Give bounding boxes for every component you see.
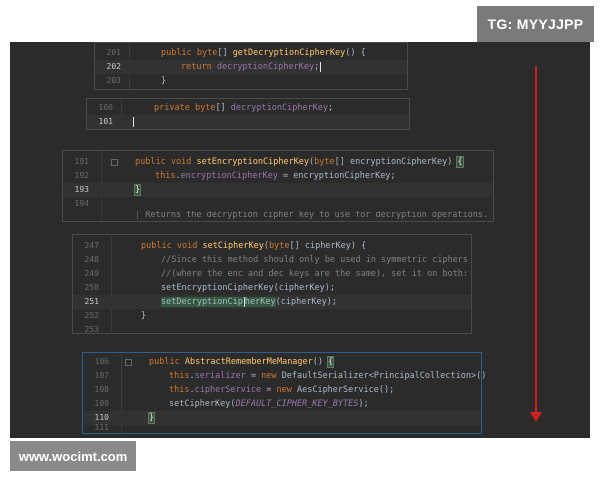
text-caret	[243, 296, 245, 307]
arrow-head-icon	[530, 412, 542, 422]
line-number: 100	[98, 103, 113, 112]
code-editor-screenshot: 201 public byte[] getDecryptionCipherKey…	[10, 42, 590, 438]
code-line: 111	[83, 423, 481, 433]
code-text: setEncryptionCipherKey(cipherKey);	[161, 283, 335, 293]
line-number: 194	[74, 199, 89, 208]
code-comment: //(where the enc and dec keys are the sa…	[161, 269, 469, 279]
code-line-current: 193 }	[63, 183, 493, 197]
code-text: }	[161, 76, 167, 86]
code-text: public void setCipherKey(byte[] cipherKe…	[141, 241, 367, 251]
code-line: 252 }	[73, 309, 471, 323]
code-line: 106 public AbstractRememberMeManager() {	[83, 355, 481, 369]
watermark-label: www.wocimt.com	[10, 441, 136, 471]
code-text: return decryptionCipherKey;	[181, 61, 322, 72]
code-text: }	[141, 311, 147, 321]
snippet-set-cipher-key: 247 public void setCipherKey(byte[] ciph…	[72, 234, 472, 334]
code-line: 109 setCipherKey(DEFAULT_CIPHER_KEY_BYTE…	[83, 397, 481, 411]
line-number: 253	[84, 325, 99, 333]
text-caret	[320, 61, 322, 72]
code-line: 249 //(where the enc and dec keys are th…	[73, 267, 471, 281]
code-text: public void setEncryptionCipherKey(byte[…	[135, 156, 464, 168]
code-line: 247 public void setCipherKey(byte[] ciph…	[73, 239, 471, 253]
code-text: private byte[] decryptionCipherKey;	[154, 103, 334, 113]
line-number: 191	[74, 157, 89, 166]
line-number: 202	[106, 62, 121, 71]
code-line: 100 private byte[] decryptionCipherKey;	[87, 101, 409, 115]
doc-comment-text: | Returns the decryption cipher key to u…	[135, 211, 489, 220]
line-number: 247	[84, 241, 99, 250]
line-number: 193	[74, 185, 89, 194]
code-line-current: 101	[87, 115, 409, 129]
line-number: 108	[94, 385, 109, 394]
code-line-current: 251 setDecryptionCip herKey(cipherKey);	[73, 295, 471, 309]
line-number: 248	[84, 255, 99, 264]
code-line: 203 }	[95, 74, 407, 88]
code-text: public byte[] getDecryptionCipherKey() {	[161, 48, 366, 58]
code-line: 191 public void setEncryptionCipherKey(b…	[63, 155, 493, 169]
code-line: 248 //Since this method should only be u…	[73, 253, 471, 267]
code-line: 108 this.cipherService = new AesCipherSe…	[83, 383, 481, 397]
code-line-current: 202 return decryptionCipherKey;	[95, 60, 407, 74]
code-text: this.serializer = new DefaultSerializer<…	[169, 371, 487, 381]
code-text: }	[133, 184, 142, 196]
line-number: 252	[84, 311, 99, 320]
line-number: 201	[106, 48, 121, 57]
snippet-abstract-remember-me-manager: 106 public AbstractRememberMeManager() {…	[82, 352, 487, 434]
call-flow-arrow	[535, 66, 537, 418]
line-number: 249	[84, 269, 99, 278]
code-line: 107 this.serializer = new DefaultSeriali…	[83, 369, 487, 383]
line-number: 101	[98, 117, 113, 126]
code-text: this.encryptionCipherKey = encryptionCip…	[155, 171, 396, 181]
line-number: 251	[84, 297, 99, 306]
line-number: 107	[94, 371, 109, 380]
snippet-set-encryption-cipher-key: 191 public void setEncryptionCipherKey(b…	[62, 150, 494, 222]
code-line: 201 public byte[] getDecryptionCipherKey…	[95, 46, 407, 60]
line-number: 106	[94, 357, 109, 366]
text-caret	[133, 116, 134, 127]
line-number: 192	[74, 171, 89, 180]
snippet-decryption-cipher-key-field: 100 private byte[] decryptionCipherKey; …	[86, 98, 410, 130]
code-text: this.cipherService = new AesCipherServic…	[169, 385, 395, 395]
line-number: 203	[106, 76, 121, 85]
code-line: 250 setEncryptionCipherKey(cipherKey);	[73, 281, 471, 295]
line-number: 109	[94, 399, 109, 408]
code-comment: //Since this method should only be used …	[161, 255, 469, 265]
snippet-get-decryption-cipher-key: 201 public byte[] getDecryptionCipherKey…	[94, 42, 408, 90]
code-text: setCipherKey(DEFAULT_CIPHER_KEY_BYTES);	[169, 399, 369, 409]
tg-label-badge: TG: MYYJJPP	[477, 6, 594, 42]
line-number: 111	[94, 423, 109, 432]
code-line: 192 this.encryptionCipherKey = encryptio…	[63, 169, 493, 183]
code-text	[132, 115, 134, 129]
line-number: 250	[84, 283, 99, 292]
code-text: setDecryptionCip herKey(cipherKey);	[161, 296, 338, 307]
doc-comment-line: | Returns the decryption cipher key to u…	[63, 211, 493, 221]
code-line: 194	[63, 197, 493, 211]
code-text: public AbstractRememberMeManager() {	[149, 356, 335, 368]
code-line: 253	[73, 323, 471, 333]
